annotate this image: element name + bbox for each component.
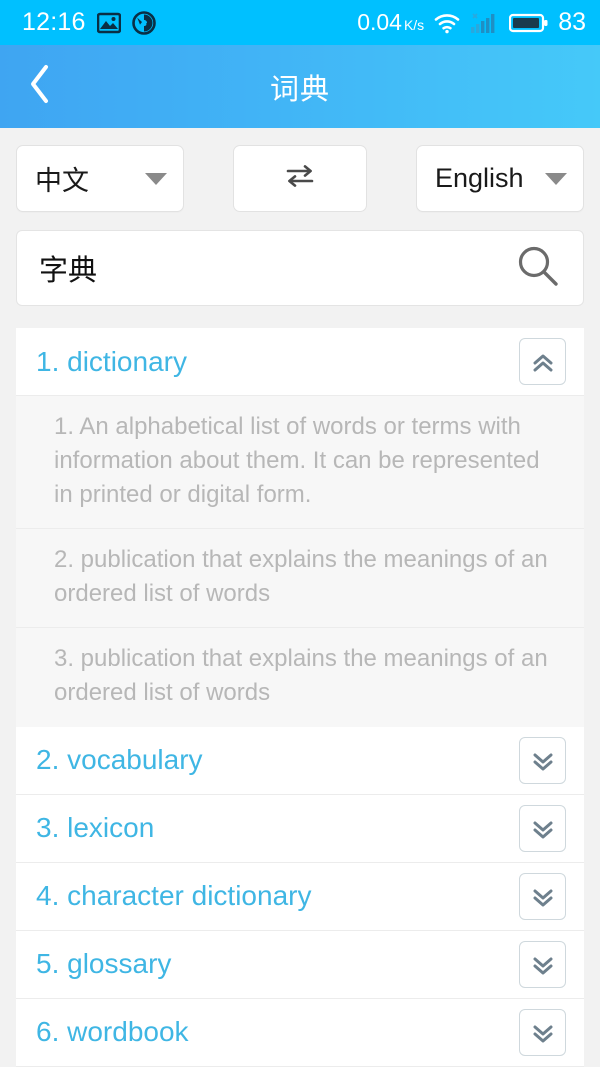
caret-down-icon — [145, 172, 167, 185]
expand-button[interactable] — [519, 872, 566, 920]
double-chevron-down-icon — [529, 746, 557, 774]
target-language-dropdown[interactable]: English — [416, 145, 584, 212]
definition-item: 2. publication that explains the meaning… — [16, 529, 584, 629]
search-input[interactable] — [39, 251, 515, 285]
status-clock: 12:16 — [22, 8, 86, 36]
wifi-icon — [433, 12, 461, 34]
results-list: 1. dictionary 1. An alphabetical list of… — [0, 306, 600, 1067]
status-bar: 12:16 0.04 K/s 83 — [0, 0, 600, 45]
entry-row-1[interactable]: 1. dictionary — [16, 328, 584, 396]
double-chevron-up-icon — [529, 348, 557, 376]
double-chevron-down-icon — [529, 1018, 557, 1046]
entry-row-4[interactable]: 4. character dictionary — [16, 862, 584, 931]
page-title: 词典 — [269, 73, 330, 106]
target-language-label: English — [435, 163, 524, 193]
search-area — [0, 212, 600, 306]
expand-button[interactable] — [519, 736, 566, 784]
signal-bars-icon — [470, 12, 500, 34]
expand-button[interactable] — [519, 940, 566, 988]
entry-row-5[interactable]: 5. glossary — [16, 930, 584, 999]
definition-item: 3. publication that explains the meaning… — [16, 628, 584, 726]
double-chevron-down-icon — [529, 950, 557, 978]
capture-icon — [131, 10, 156, 35]
entry-title: 3. lexicon — [36, 812, 155, 844]
title-bar: 词典 — [0, 45, 600, 128]
language-selector-row: 中文 English — [0, 128, 600, 212]
definition-text: 2. publication that explains the meaning… — [54, 546, 548, 608]
source-language-label: 中文 — [35, 166, 89, 196]
network-speed-unit: K/s — [403, 17, 425, 33]
entry-title: 5. glossary — [36, 948, 172, 980]
source-language-dropdown[interactable]: 中文 — [16, 145, 184, 212]
results-card: 1. dictionary 1. An alphabetical list of… — [16, 328, 584, 1067]
caret-down-icon — [545, 172, 567, 185]
entry-title: 2. vocabulary — [36, 744, 203, 776]
swap-arrows-icon — [283, 161, 317, 196]
double-chevron-down-icon — [529, 814, 557, 842]
search-box[interactable] — [16, 230, 584, 306]
entry-row-6[interactable]: 6. wordbook — [16, 998, 584, 1067]
search-icon[interactable] — [515, 243, 561, 294]
network-speed: 0.04 K/s — [357, 9, 424, 36]
definition-text: 3. publication that explains the meaning… — [54, 645, 548, 707]
chevron-left-icon — [27, 63, 53, 110]
entry-title: 6. wordbook — [36, 1016, 189, 1048]
app-screen: 12:16 0.04 K/s 83 词典 中文 English 字典 1. di… — [0, 0, 600, 1067]
definition-item: 1. An alphabetical list of words or term… — [16, 396, 584, 530]
entry-row-2[interactable]: 2. vocabulary — [16, 726, 584, 795]
status-bar-right: 0.04 K/s 83 — [357, 8, 586, 37]
back-button[interactable] — [12, 45, 68, 128]
entry-row-3[interactable]: 3. lexicon — [16, 794, 584, 863]
image-icon — [96, 12, 121, 34]
collapse-button[interactable] — [519, 338, 566, 385]
network-speed-value: 0.04 — [357, 9, 402, 35]
battery-percent: 83 — [558, 8, 586, 36]
battery-icon — [509, 12, 549, 34]
status-bar-left: 12:16 — [22, 8, 156, 37]
entry-title: 4. character dictionary — [36, 880, 312, 912]
expand-button[interactable] — [519, 1008, 566, 1056]
expand-button[interactable] — [519, 804, 566, 852]
double-chevron-down-icon — [529, 882, 557, 910]
swap-languages-button[interactable] — [233, 145, 367, 212]
definition-text: 1. An alphabetical list of words or term… — [54, 413, 540, 509]
entry-title: 1. dictionary — [36, 345, 187, 377]
definition-list: 1. An alphabetical list of words or term… — [16, 396, 584, 727]
